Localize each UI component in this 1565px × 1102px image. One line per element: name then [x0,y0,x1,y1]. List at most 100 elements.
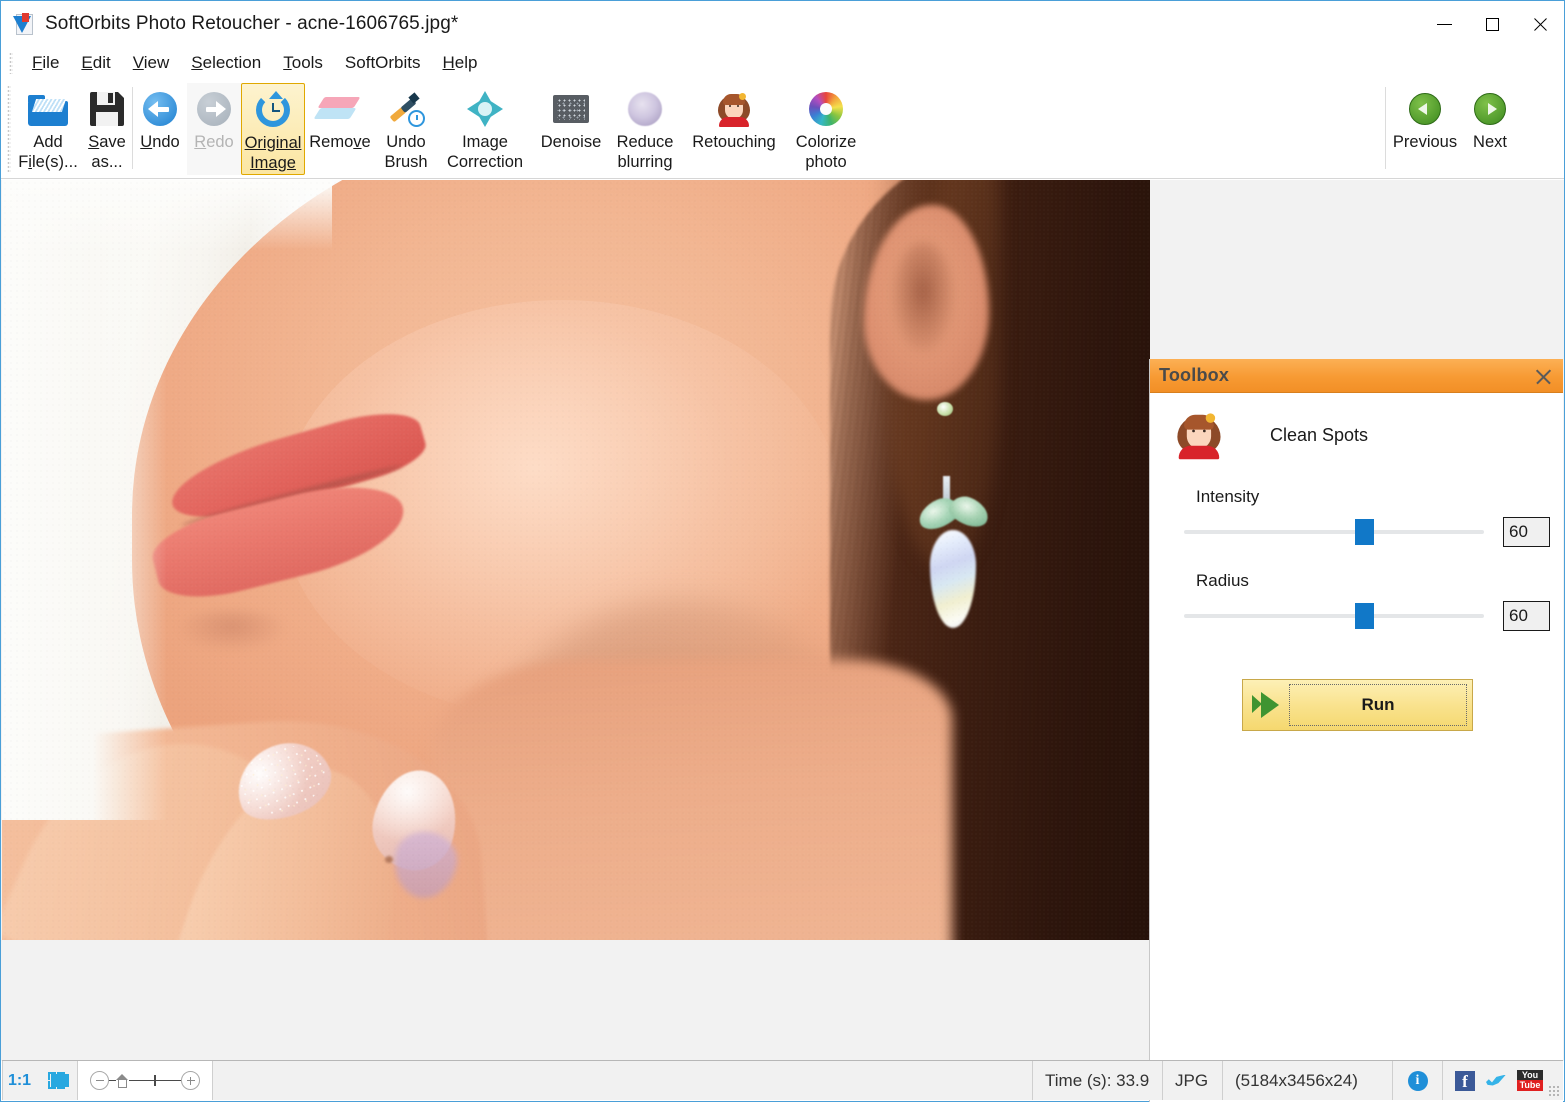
image-dimensions-label: (5184x3456x24) [1223,1061,1393,1100]
radius-row: 60 [1184,601,1563,631]
zoom-slider[interactable] [78,1061,213,1100]
menu-item-help[interactable]: Help [432,51,489,75]
menu-item-view[interactable]: View [122,51,181,75]
menu-bar: File Edit View Selection Tools SoftOrbit… [1,47,1564,79]
window-controls [1420,1,1564,47]
radius-slider[interactable] [1184,603,1484,629]
woman-portrait-icon [717,87,751,131]
toolbar-drag-grip[interactable] [7,85,11,173]
active-tool-row: Clean Spots [1176,413,1563,460]
radius-slider-thumb[interactable] [1355,603,1374,629]
info-icon: i [1407,1070,1428,1091]
retouching-button[interactable]: Retouching [681,83,787,175]
noise-grid-icon [553,87,589,131]
denoise-label: Denoise [540,133,602,151]
previous-button[interactable]: Previous [1391,83,1459,175]
zoom-out-icon[interactable] [90,1071,109,1090]
eraser-icon [313,87,361,131]
youtube-icon[interactable]: You Tube [1517,1069,1543,1092]
undo-button[interactable]: Undo [133,83,187,175]
woman-portrait-icon [1176,413,1221,460]
intensity-slider-thumb[interactable] [1355,519,1374,545]
photo-image[interactable] [2,180,1150,940]
title-bar: SoftOrbits Photo Retoucher - acne-160676… [1,1,1564,47]
menu-drag-grip[interactable] [9,52,13,74]
undo-label: Undo [140,133,180,151]
toolbar-separator-2 [1385,87,1386,169]
toolbar-group-file: Add File(s)... Save as... [17,83,135,175]
toolbar-group-history: Undo Redo Original Image [133,83,305,175]
redo-button: Redo [187,83,241,175]
fit-to-screen-button[interactable] [36,1061,78,1100]
next-button[interactable]: Next [1459,83,1521,175]
intensity-row: 60 [1184,517,1563,547]
menu-item-file[interactable]: File [21,51,70,75]
denoise-button[interactable]: Denoise [533,83,609,175]
add-files-label: Add File(s)... [18,133,78,171]
status-spacer [213,1061,1033,1100]
original-image-button[interactable]: Original Image [241,83,305,175]
file-format-label: JPG [1163,1061,1223,1100]
toolbar-group-tools: Remove Undo Brush Image Correction Denoise [305,83,865,175]
brush-clock-icon [387,87,425,131]
intensity-slider[interactable] [1184,519,1484,545]
main-toolbar: Add File(s)... Save as... Undo Redo Orig… [1,79,1564,249]
minimize-icon [1436,23,1452,25]
toolbar-group-navigation: Previous Next [1391,83,1521,175]
save-as-button[interactable]: Save as... [79,83,135,175]
image-correction-label: Image Correction [446,133,524,171]
resize-grip[interactable] [1548,1085,1560,1097]
actual-size-icon[interactable] [116,1073,129,1088]
reduce-blurring-label: Reduce blurring [616,133,674,171]
social-links: f You Tube [1443,1061,1563,1100]
image-correction-button[interactable]: Image Correction [437,83,533,175]
menu-item-selection[interactable]: Selection [180,51,272,75]
close-button[interactable] [1516,1,1564,47]
floppy-disk-icon [90,87,124,131]
zoom-ratio-label: 1:1 [2,1061,36,1100]
twitter-bird-icon[interactable] [1485,1071,1507,1091]
remove-button[interactable]: Remove [305,83,375,175]
menu-item-edit[interactable]: Edit [70,51,121,75]
menu-item-tools[interactable]: Tools [272,51,334,75]
add-files-button[interactable]: Add File(s)... [17,83,79,175]
retouching-label: Retouching [692,133,776,151]
toolbox-close-icon[interactable] [1533,366,1553,386]
image-canvas[interactable] [2,180,1150,1061]
zoom-in-icon[interactable] [181,1071,201,1090]
radius-value-field[interactable]: 60 [1503,601,1550,631]
undo-brush-button[interactable]: Undo Brush [375,83,437,175]
green-left-arrow-icon [1409,87,1441,131]
green-play-arrow-icon [1243,680,1289,730]
toolbox-title: Toolbox [1159,365,1230,385]
window-title: SoftOrbits Photo Retoucher - acne-160676… [45,13,459,34]
minimize-button[interactable] [1420,1,1468,47]
menu-item-softorbits[interactable]: SoftOrbits [334,51,432,75]
close-icon [1532,16,1548,32]
colorize-photo-button[interactable]: Colorize photo [787,83,865,175]
active-tool-name: Clean Spots [1270,424,1369,445]
application-window: SoftOrbits Photo Retoucher - acne-160676… [0,0,1565,1102]
color-wheel-icon [809,87,843,131]
undo-arrow-icon [143,87,177,131]
youtube-top-label: You [1517,1069,1543,1080]
run-button-label: Run [1289,684,1467,726]
facebook-icon[interactable]: f [1455,1070,1475,1091]
maximize-icon [1485,17,1499,31]
redo-label: Redo [194,133,234,151]
intensity-value-field[interactable]: 60 [1503,517,1550,547]
reduce-blurring-button[interactable]: Reduce blurring [609,83,681,175]
blur-circle-icon [628,87,662,131]
next-label: Next [1473,133,1507,151]
youtube-bottom-label: Tube [1517,1079,1543,1091]
starburst-icon [467,87,503,131]
green-right-arrow-icon [1474,87,1506,131]
fit-to-screen-icon [48,1072,69,1089]
maximize-button[interactable] [1468,1,1516,47]
colorize-photo-label: Colorize photo [795,133,857,171]
original-image-label: Original Image [244,134,302,172]
redo-arrow-icon [197,87,231,131]
work-area: Toolbox Clean Spots Intensity 60 Radius … [1,180,1564,1102]
info-button[interactable]: i [1393,1061,1443,1100]
run-button[interactable]: Run [1242,679,1473,731]
